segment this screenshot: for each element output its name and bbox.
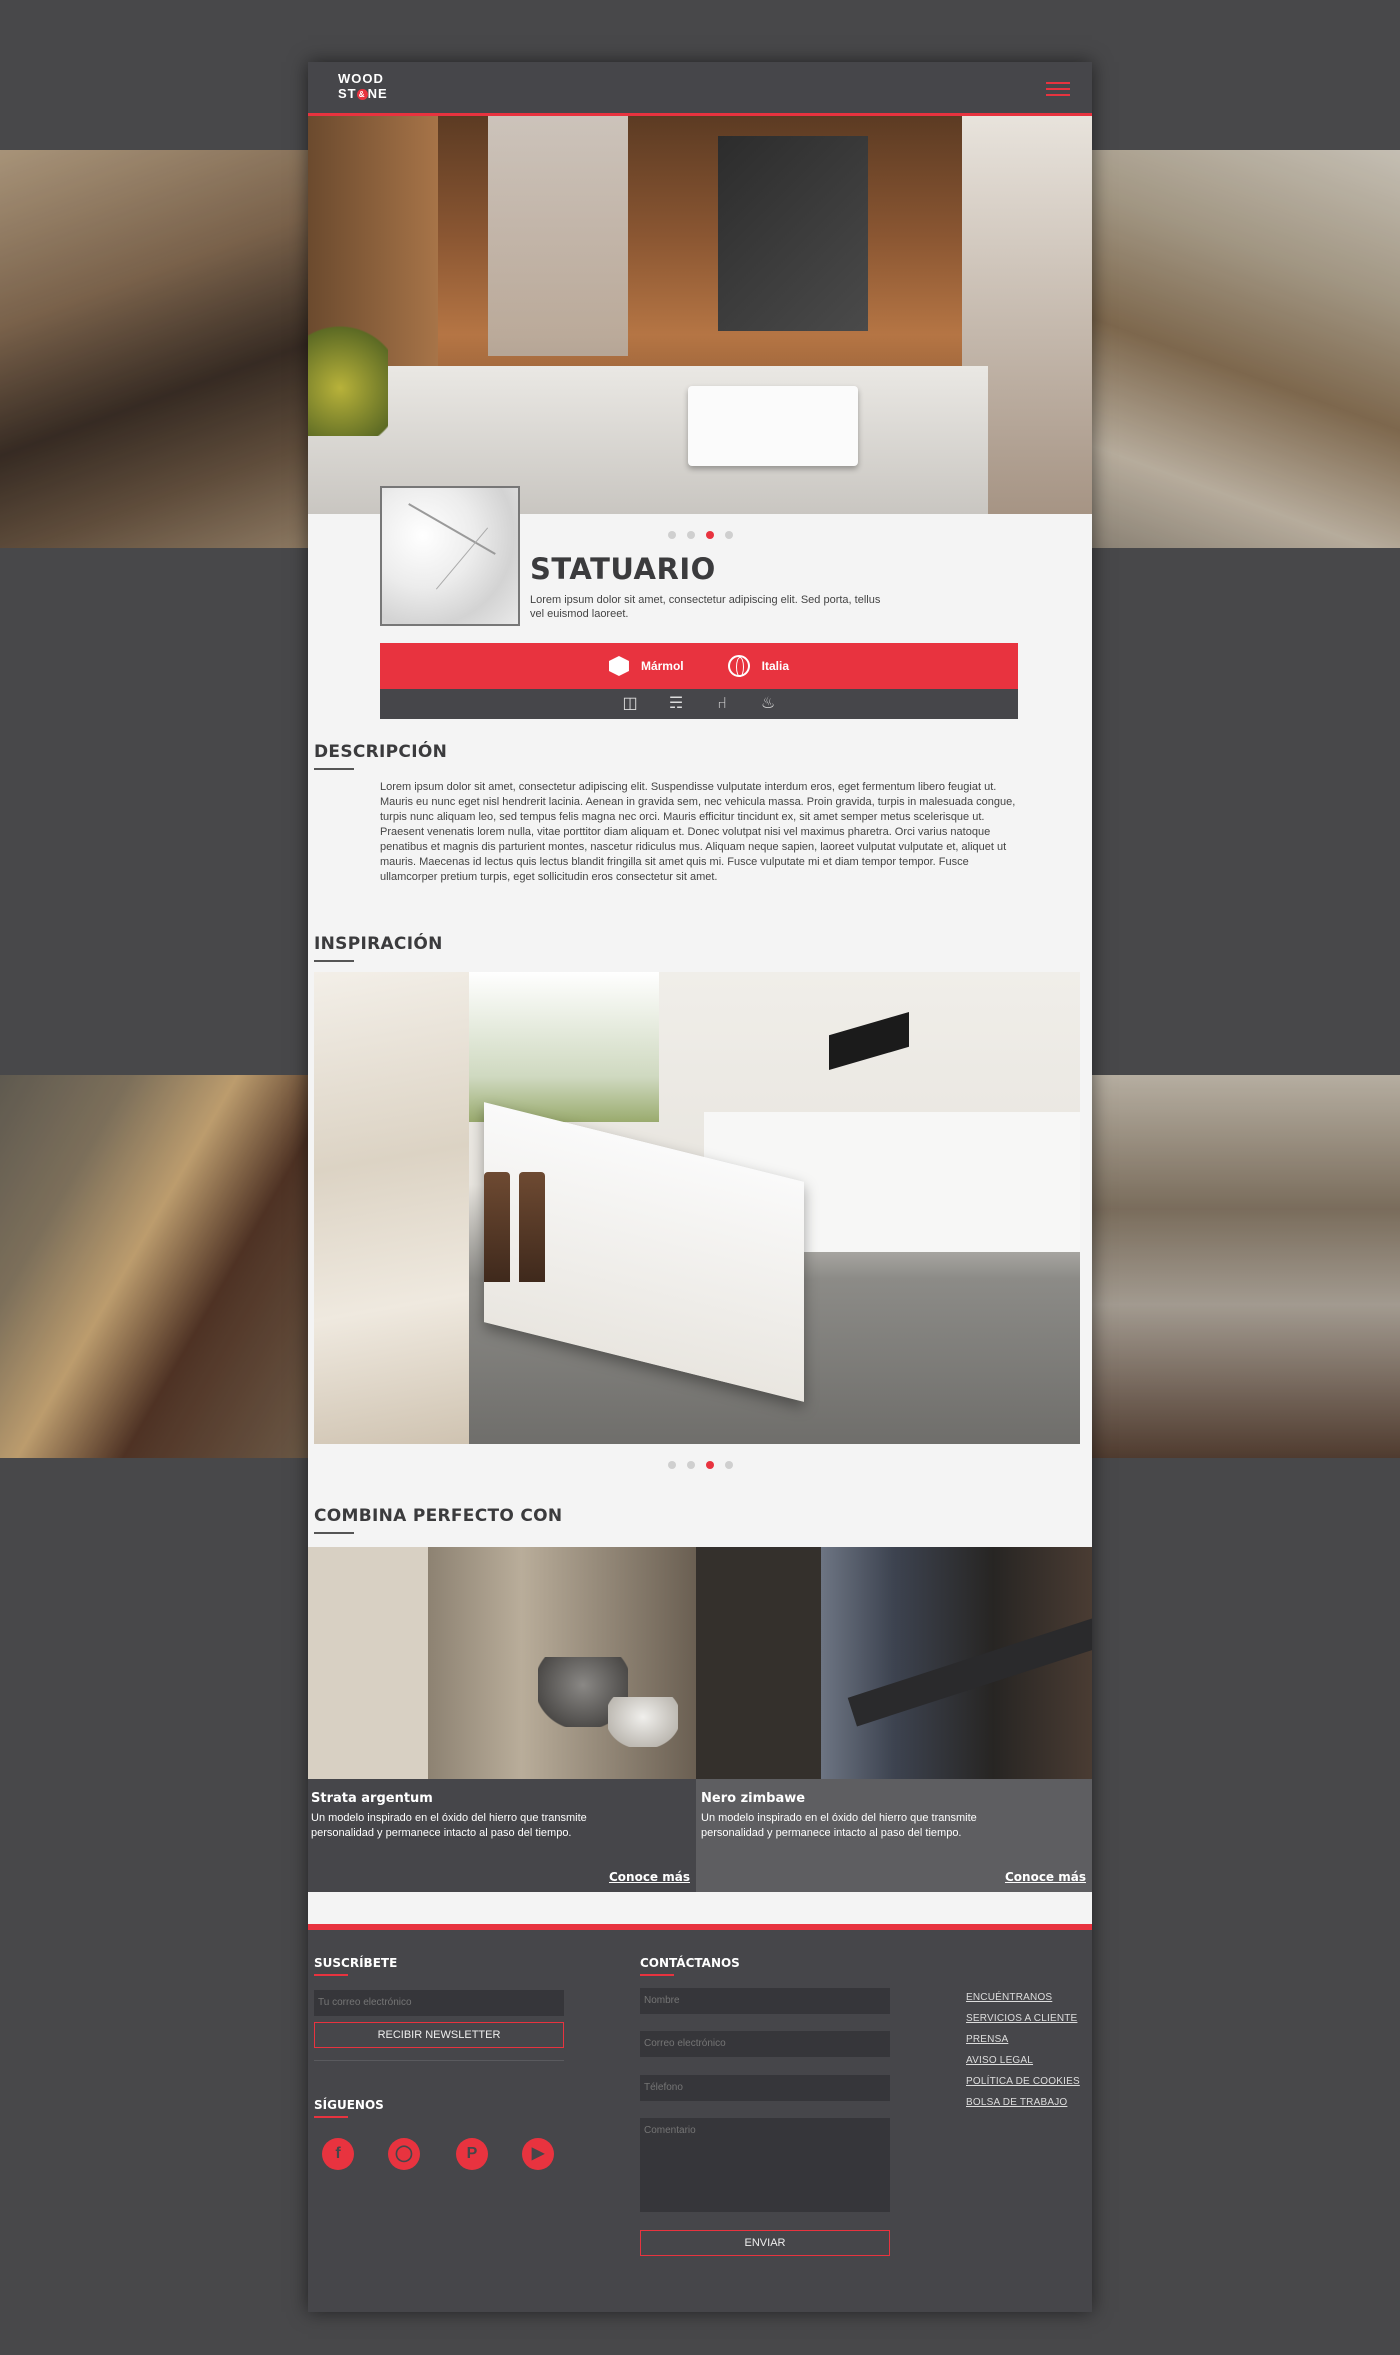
send-button[interactable]: ENVIAR <box>640 2230 890 2256</box>
description-body: Lorem ipsum dolor sit amet, consectetur … <box>380 781 1016 883</box>
footer-link[interactable]: SERVICIOS A CLIENTE <box>966 2013 1080 2024</box>
carousel-dot[interactable] <box>667 1461 676 1469</box>
background-photo-dining <box>1092 1075 1400 1458</box>
instagram-icon[interactable]: ◯ <box>388 2138 420 2170</box>
combo-name: Strata argentum <box>311 1791 433 1806</box>
use-icons: ◫ ☴ ⑁ ♨ <box>380 689 1018 719</box>
background-photo-sculpture <box>0 1075 308 1458</box>
kitchen-icon: ♨ <box>760 695 776 712</box>
background-photo-kitchen <box>0 150 308 548</box>
carousel-dot[interactable] <box>667 531 676 539</box>
facebook-icon[interactable]: f <box>322 2138 354 2170</box>
product-page: WOOD ST & NE STATUARIO Lorem ipsum dolor s… <box>308 62 1092 2312</box>
product-title: STATUARIO <box>530 552 716 586</box>
spec-bar: Mármol Italia ◫ ☴ ⑁ ♨ <box>380 643 1018 719</box>
hero-image <box>308 116 1092 514</box>
inspiration-carousel-dots[interactable] <box>308 1461 1092 1469</box>
contact-comment-input[interactable] <box>640 2118 890 2212</box>
cube-icon <box>608 656 629 676</box>
contact-title: CONTÁCTANOS <box>640 1956 740 1976</box>
pinterest-icon[interactable]: P <box>456 2138 488 2170</box>
top-navbar: WOOD ST & NE <box>308 62 1092 116</box>
combo-blurb: Un modelo inspirado en el óxido del hier… <box>311 1812 587 1839</box>
carousel-dot[interactable] <box>686 531 695 539</box>
contact-phone-input[interactable] <box>640 2075 890 2101</box>
hamburger-icon[interactable] <box>1046 82 1070 96</box>
material-spec: Mármol <box>608 656 684 676</box>
combina-title: COMBINA PERFECTO CON <box>314 1506 562 1534</box>
inspiration-image <box>314 972 1080 1444</box>
origin-spec: Italia <box>727 655 789 677</box>
footer-link[interactable]: BOLSA DE TRABAJO <box>966 2097 1080 2108</box>
combo-card[interactable]: Strata argentum Un modelo inspirado en e… <box>308 1547 696 1892</box>
description-title: DESCRIPCIÓN <box>314 742 447 770</box>
carousel-dot-active[interactable] <box>705 531 714 539</box>
carousel-dot[interactable] <box>686 1461 695 1469</box>
bathtub-icon: ⑁ <box>717 695 727 712</box>
combo-blurb: Un modelo inspirado en el óxido del hier… <box>701 1812 977 1839</box>
contact-email-input[interactable] <box>640 2031 890 2057</box>
divider <box>314 2060 564 2061</box>
footer-links: ENCUÉNTRANOS SERVICIOS A CLIENTE PRENSA … <box>966 1992 1080 2118</box>
combo-name: Nero zimbawe <box>701 1791 806 1806</box>
follow-title: SÍGUENOS <box>314 2098 384 2118</box>
shower-icon: ☴ <box>668 695 684 712</box>
newsletter-button[interactable]: RECIBIR NEWSLETTER <box>314 2022 564 2048</box>
combo-image <box>308 1547 696 1779</box>
product-summary: Lorem ipsum dolor sit amet, consectetur … <box>530 594 881 620</box>
brand-logo[interactable]: WOOD ST & NE <box>338 71 388 101</box>
carousel-dot[interactable] <box>724 1461 733 1469</box>
footer: SUSCRÍBETE RECIBIR NEWSLETTER SÍGUENOS f… <box>308 1924 1092 2312</box>
footer-link[interactable]: AVISO LEGAL <box>966 2055 1080 2066</box>
youtube-icon[interactable]: ▶ <box>522 2138 554 2170</box>
combo-card[interactable]: Nero zimbawe Un modelo inspirado en el ó… <box>696 1547 1092 1892</box>
conoce-mas-link[interactable]: Conoce más <box>609 1870 690 1884</box>
contact-name-input[interactable] <box>640 1988 890 2014</box>
background-photo-staircase <box>1092 150 1400 548</box>
material-swatch <box>380 486 520 626</box>
newsletter-email-input[interactable] <box>314 1990 564 2016</box>
carousel-dot[interactable] <box>724 531 733 539</box>
bathroom-sink-icon: ◫ <box>622 695 638 712</box>
carousel-dot-active[interactable] <box>705 1461 714 1469</box>
footer-link[interactable]: PRENSA <box>966 2034 1080 2045</box>
combo-image <box>696 1547 1092 1779</box>
conoce-mas-link[interactable]: Conoce más <box>1005 1870 1086 1884</box>
subscribe-title: SUSCRÍBETE <box>314 1956 397 1976</box>
footer-link[interactable]: ENCUÉNTRANOS <box>966 1992 1080 2003</box>
footer-link[interactable]: POLÍTICA DE COOKIES <box>966 2076 1080 2087</box>
inspiration-title: INSPIRACIÓN <box>314 934 443 962</box>
globe-icon <box>727 655 750 677</box>
